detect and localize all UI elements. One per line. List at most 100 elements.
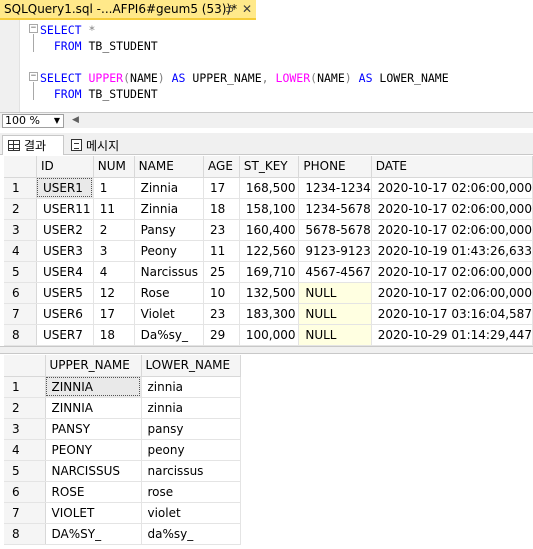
table-row[interactable]: 4 PEONY peony <box>4 439 241 461</box>
table-row[interactable]: 2 USER11 11 Zinnia 18 158,100 1234-5678 2020-10… <box>4 198 533 220</box>
column-header-lower-name[interactable]: LOWER_NAME <box>141 355 241 377</box>
column-header-id[interactable]: ID <box>36 156 94 178</box>
grid-cell[interactable]: VIOLET <box>45 502 142 524</box>
column-header-upper-name[interactable]: UPPER_NAME <box>45 355 142 377</box>
column-header-name[interactable]: NAME <box>134 156 205 178</box>
grid-cell[interactable]: 183,300 <box>239 303 300 325</box>
grid-cell[interactable]: zinnia <box>141 376 241 398</box>
grid-cell[interactable]: peony <box>141 439 241 461</box>
grid-cell[interactable]: Zinnia <box>134 198 205 220</box>
grid-cell[interactable]: USER1 <box>36 177 94 199</box>
tab-results[interactable]: 결과 <box>2 135 64 155</box>
grid-cell[interactable]: 17 <box>93 303 135 325</box>
grid-cell[interactable]: 1234-1234 <box>298 177 372 199</box>
grid-cell[interactable]: 18 <box>93 324 135 346</box>
row-number[interactable]: 2 <box>4 198 37 220</box>
grid-cell[interactable]: 2020-10-17 02:06:00,000 <box>371 219 533 241</box>
grid-cell[interactable]: 2020-10-17 02:06:00,000 <box>371 261 533 283</box>
grid-cell[interactable]: 160,400 <box>239 219 300 241</box>
grid-cell[interactable]: Violet <box>134 303 205 325</box>
grid-cell[interactable]: USER2 <box>36 219 94 241</box>
sql-editor[interactable]: − − SELECT * FROM TB_STUDENT SELECT UPPER… <box>0 20 533 112</box>
pin-icon[interactable]: ⊅ <box>225 3 234 16</box>
table-row[interactable]: 5 USER4 4 Narcissus 25 169,710 4567-4567 2020-1… <box>4 261 533 283</box>
row-number[interactable]: 1 <box>4 376 46 398</box>
code-line[interactable]: FROM TB_STUDENT <box>40 38 158 54</box>
column-header-phone[interactable]: PHONE <box>298 156 372 178</box>
grid-cell[interactable]: pansy <box>141 418 241 440</box>
column-header-age[interactable]: AGE <box>203 156 240 178</box>
grid-cell[interactable]: 23 <box>203 303 240 325</box>
grid-cell[interactable]: USER6 <box>36 303 94 325</box>
grid-cell[interactable]: da%sy_ <box>141 523 241 545</box>
grid-cell[interactable]: Narcissus <box>134 261 205 283</box>
grid-cell[interactable]: zinnia <box>141 397 241 419</box>
grid-cell[interactable]: 1 <box>93 177 135 199</box>
grid-cell[interactable]: 158,100 <box>239 198 300 220</box>
grid-cell[interactable]: ZINNIA <box>45 376 142 398</box>
table-row[interactable]: 1 USER1 1 Zinnia 17 168,500 1234-1234 2020-10-1… <box>4 177 533 199</box>
grid-cell[interactable]: 168,500 <box>239 177 300 199</box>
grid-corner[interactable] <box>4 355 46 377</box>
column-header-date[interactable]: DATE <box>371 156 533 178</box>
row-number[interactable]: 5 <box>4 460 46 482</box>
grid-cell[interactable]: DA%SY_ <box>45 523 142 545</box>
grid-cell[interactable]: USER11 <box>36 198 94 220</box>
grid-cell[interactable]: 12 <box>93 282 135 304</box>
grid-cell[interactable]: 11 <box>93 198 135 220</box>
grid-splitter[interactable] <box>0 346 533 354</box>
row-number[interactable]: 8 <box>4 324 37 346</box>
grid-cell[interactable]: NULL <box>298 324 372 346</box>
grid-cell[interactable]: Zinnia <box>134 177 205 199</box>
grid-cell[interactable]: 5678-5678 <box>298 219 372 241</box>
code-line[interactable]: SELECT UPPER(NAME) AS UPPER_NAME, LOWER(… <box>40 70 449 86</box>
grid-cell[interactable]: narcissus <box>141 460 241 482</box>
row-number[interactable]: 4 <box>4 240 37 262</box>
grid-cell[interactable]: 10 <box>203 282 240 304</box>
table-row[interactable]: 6 USER5 12 Rose 10 132,500 NULL 2020-10-17 02:0… <box>4 282 533 304</box>
column-header-st-key[interactable]: ST_KEY <box>239 156 300 178</box>
grid-cell[interactable]: 4 <box>93 261 135 283</box>
grid-cell[interactable]: USER7 <box>36 324 94 346</box>
document-tab[interactable]: SQLQuery1.sql -...AFPI6#geum5 (53))* ⊅ ✕ <box>0 0 256 20</box>
grid-cell[interactable]: 122,560 <box>239 240 300 262</box>
row-number[interactable]: 1 <box>4 177 37 199</box>
grid-cell[interactable]: 3 <box>93 240 135 262</box>
grid-cell[interactable]: 2 <box>93 219 135 241</box>
zoom-select[interactable]: 100 % ▼ <box>2 114 64 128</box>
grid-cell[interactable]: 169,710 <box>239 261 300 283</box>
grid-cell[interactable]: 2020-10-17 02:06:00,000 <box>371 177 533 199</box>
grid-cell[interactable]: PANSY <box>45 418 142 440</box>
grid-cell[interactable]: 2020-10-17 02:06:00,000 <box>371 198 533 220</box>
close-icon[interactable]: ✕ <box>242 2 252 16</box>
row-number[interactable]: 6 <box>4 481 46 503</box>
fold-collapse-icon[interactable]: − <box>29 24 38 33</box>
tab-messages[interactable]: 메시지 <box>66 135 132 155</box>
grid-cell[interactable]: USER4 <box>36 261 94 283</box>
code-line[interactable]: FROM TB_STUDENT <box>40 86 158 102</box>
row-number[interactable]: 7 <box>4 303 37 325</box>
grid-corner[interactable] <box>4 156 37 178</box>
row-number[interactable]: 6 <box>4 282 37 304</box>
grid-cell[interactable]: USER3 <box>36 240 94 262</box>
table-row[interactable]: 4 USER3 3 Peony 11 122,560 9123-9123 2020-10-19… <box>4 240 533 262</box>
grid-cell[interactable]: 4567-4567 <box>298 261 372 283</box>
grid-cell[interactable]: rose <box>141 481 241 503</box>
table-row[interactable]: 2 ZINNIA zinnia <box>4 397 241 419</box>
grid-cell[interactable]: Da%sy_ <box>134 324 205 346</box>
code-line[interactable]: SELECT * <box>40 22 95 38</box>
grid-cell[interactable]: Pansy <box>134 219 205 241</box>
grid-cell[interactable]: ROSE <box>45 481 142 503</box>
grid-cell[interactable]: ZINNIA <box>45 397 142 419</box>
row-number[interactable]: 3 <box>4 418 46 440</box>
grid-cell[interactable]: 29 <box>203 324 240 346</box>
table-row[interactable]: 7 USER6 17 Violet 23 183,300 NULL 2020-10-17 03… <box>4 303 533 325</box>
grid-cell[interactable]: 132,500 <box>239 282 300 304</box>
grid-cell[interactable]: Rose <box>134 282 205 304</box>
grid-cell[interactable]: Peony <box>134 240 205 262</box>
table-row[interactable]: 8 DA%SY_ da%sy_ <box>4 523 241 545</box>
table-row[interactable]: 3 PANSY pansy <box>4 418 241 440</box>
grid-cell[interactable]: 11 <box>203 240 240 262</box>
grid-cell[interactable]: 2020-10-29 01:14:29,447 <box>371 324 533 346</box>
row-number[interactable]: 7 <box>4 502 46 524</box>
